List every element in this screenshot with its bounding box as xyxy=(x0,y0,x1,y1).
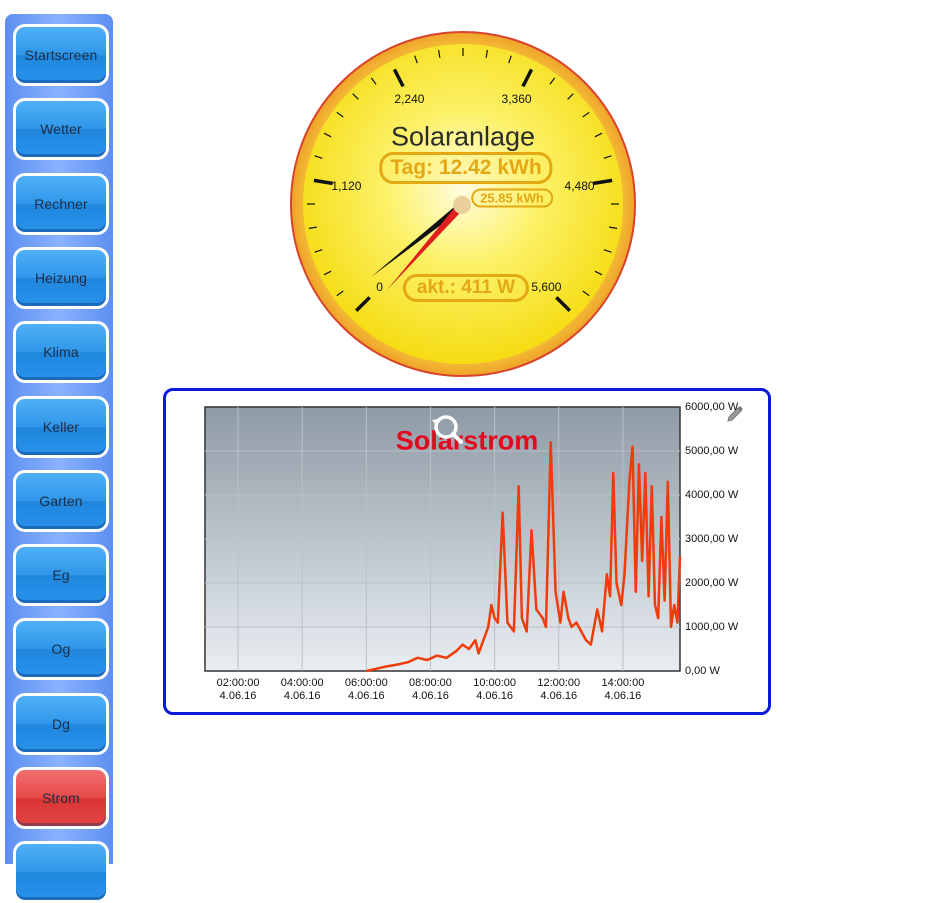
y-tick-label: 2000,00 W xyxy=(685,577,739,589)
sidebar-item-rechner[interactable]: Rechner xyxy=(13,172,109,235)
x-tick-label: 10:00:00 4.06.16 xyxy=(473,677,516,703)
x-tick-time: 12:00:00 xyxy=(537,677,581,689)
sidebar-item-heizung[interactable]: Heizung xyxy=(13,246,109,309)
y-tick-label: 3000,00 W xyxy=(685,533,739,545)
gauge-scale-label: 1,120 xyxy=(331,178,362,193)
x-tick-label: 02:00:00 4.06.16 xyxy=(217,677,260,703)
sidebar: Startscreen Wetter Rechner Heizung Klima Kell… xyxy=(5,14,113,903)
gauge-needle-hub xyxy=(453,196,471,214)
x-tick-date: 4.06.16 xyxy=(604,690,642,702)
x-tick-label: 04:00:00 4.06.16 xyxy=(281,677,324,703)
x-tick-label: 12:00:00 4.06.16 xyxy=(537,677,580,703)
x-tick-date: 4.06.16 xyxy=(219,690,257,702)
x-tick-time: 14:00:00 xyxy=(601,677,645,689)
gauge-scale-label: 5,600 xyxy=(531,280,562,295)
gauge-title: Solaranlage xyxy=(390,121,536,152)
gauge-scale-label: 2,240 xyxy=(394,91,425,106)
reset-zoom-icon[interactable] xyxy=(428,412,468,448)
gauge-current-power: akt.: 411 W xyxy=(402,274,530,302)
x-tick-date: 4.06.16 xyxy=(476,690,513,702)
sidebar-item-eg[interactable]: Eg xyxy=(13,544,109,607)
sidebar-item-og[interactable]: Og xyxy=(13,618,109,681)
y-tick-label: 5000,00 W xyxy=(685,445,739,457)
x-tick-time: 04:00:00 xyxy=(280,677,324,689)
x-tick-time: 08:00:00 xyxy=(409,677,452,689)
y-tick-label: 0,00 W xyxy=(685,665,720,677)
sidebar-item-dg[interactable]: Dg xyxy=(13,692,109,755)
sidebar-item-more[interactable] xyxy=(13,841,109,903)
x-tick-label: 14:00:00 4.06.16 xyxy=(601,677,644,703)
gauge-scale-label: 3,360 xyxy=(501,91,532,106)
y-tick-label: 1000,00 W xyxy=(685,621,739,633)
x-tick-date: 4.06.16 xyxy=(283,690,321,702)
gauge-scale-label: 0 xyxy=(376,280,383,295)
x-tick-time: 02:00:00 xyxy=(216,677,260,689)
x-tick-time: 06:00:00 xyxy=(344,677,388,689)
gauge-scale-label: 4,480 xyxy=(564,178,595,193)
x-tick-date: 4.06.16 xyxy=(412,690,449,702)
sidebar-item-strom[interactable]: Strom xyxy=(13,767,109,829)
sidebar-item-wetter[interactable]: Wetter xyxy=(13,98,109,161)
sidebar-item-garten[interactable]: Garten xyxy=(13,469,109,532)
y-tick-label: 6000,00 W xyxy=(685,401,739,413)
gauge-total-energy: 25.85 kWh xyxy=(471,188,553,208)
sidebar-item-keller[interactable]: Keller xyxy=(13,395,109,458)
x-tick-date: 4.06.16 xyxy=(347,690,385,702)
x-tick-date: 4.06.16 xyxy=(540,690,578,702)
x-tick-time: 10:00:00 xyxy=(473,677,517,689)
x-tick-label: 08:00:00 4.06.16 xyxy=(409,677,452,703)
y-tick-label: 4000,00 W xyxy=(685,489,739,501)
sidebar-item-startscreen[interactable]: Startscreen xyxy=(13,24,109,86)
sidebar-item-klima[interactable]: Klima xyxy=(13,321,109,384)
solar-gauge xyxy=(290,31,636,377)
gauge-day-energy: Tag: 12.42 kWh xyxy=(379,152,553,184)
x-tick-label: 06:00:00 4.06.16 xyxy=(345,677,388,703)
